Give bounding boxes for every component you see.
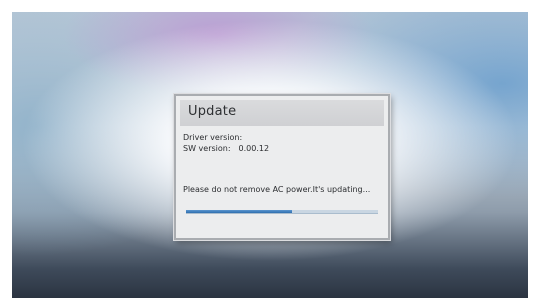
update-dialog: Update Driver version: SW version: 0.00.1… — [174, 94, 390, 240]
driver-version-row: Driver version: — [183, 132, 381, 143]
sw-version-label: SW version: — [183, 144, 231, 153]
driver-version-label: Driver version: — [183, 133, 243, 142]
update-warning-message: Please do not remove AC power.It's updat… — [183, 185, 371, 194]
dialog-title-bar: Update — [180, 100, 384, 126]
tv-screen-background: Update Driver version: SW version: 0.00.1… — [12, 12, 528, 298]
update-progress-fill — [186, 210, 292, 213]
dialog-body: Driver version: SW version: 0.00.12 Pleas… — [183, 132, 381, 232]
dialog-title: Update — [188, 104, 237, 119]
sw-version-row: SW version: 0.00.12 — [183, 143, 381, 154]
sw-version-value: 0.00.12 — [238, 144, 270, 153]
update-progress-bar — [186, 210, 378, 214]
